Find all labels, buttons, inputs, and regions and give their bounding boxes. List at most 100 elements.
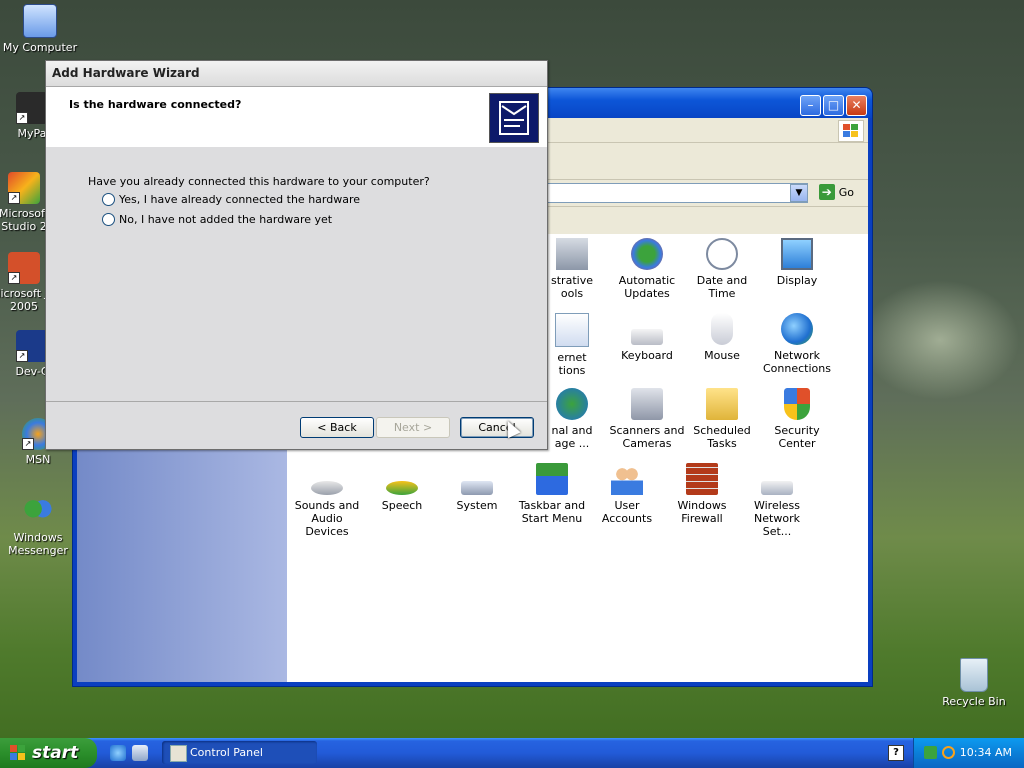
administrative-tools-icon xyxy=(556,238,588,270)
security-shield-icon xyxy=(784,388,810,420)
go-button[interactable]: ➔ Go xyxy=(818,184,854,200)
cancel-button[interactable]: Cancel xyxy=(460,417,534,438)
start-button[interactable]: start xyxy=(0,738,97,768)
wizard-button-bar: < Back Next > Cancel xyxy=(46,402,547,449)
cp-item-label: Keyboard xyxy=(621,349,673,362)
back-button[interactable]: < Back xyxy=(300,417,374,438)
cp-item-taskbar-start-menu[interactable]: Taskbar and Start Menu xyxy=(514,463,590,525)
dev-cpp-icon: ↗ xyxy=(16,330,48,362)
wizard-question: Have you already connected this hardware… xyxy=(88,175,430,188)
scanner-camera-icon xyxy=(631,388,663,420)
address-dropdown-icon[interactable]: ▼ xyxy=(790,184,808,202)
keyboard-icon xyxy=(631,329,663,345)
help-icon[interactable]: ? xyxy=(888,745,904,761)
cp-item-scanners-cameras[interactable]: Scanners and Cameras xyxy=(609,388,685,450)
next-button[interactable]: Next > xyxy=(376,417,450,438)
messenger-icon xyxy=(22,496,54,528)
wizard-titlebar[interactable]: Add Hardware Wizard xyxy=(46,61,547,87)
wizard-heading: Is the hardware connected? xyxy=(69,98,242,111)
control-panel-icon xyxy=(170,745,187,762)
taskbar: start Control Panel ? 10:34 AM xyxy=(0,738,1024,768)
taskbar-icon xyxy=(536,463,568,495)
radio-button[interactable] xyxy=(102,193,115,206)
show-desktop-icon[interactable] xyxy=(132,745,148,761)
cp-item-label: Scheduled Tasks xyxy=(693,424,751,450)
internet-options-icon xyxy=(555,313,589,347)
task-pane-lower xyxy=(77,452,287,682)
go-label: Go xyxy=(838,185,854,199)
windows-flag-icon xyxy=(10,745,26,761)
mouse-icon xyxy=(711,313,733,345)
cp-item-label: Scanners and Cameras xyxy=(609,424,685,450)
cp-item-label: Automatic Updates xyxy=(618,274,676,300)
wizard-body: Have you already connected this hardware… xyxy=(46,147,547,402)
internet-explorer-icon[interactable] xyxy=(110,745,126,761)
radio-label-yes: Yes, I have already connected the hardwa… xyxy=(119,193,361,206)
cp-item-security-center[interactable]: Security Center xyxy=(759,388,835,450)
network-tray-icon[interactable] xyxy=(924,746,937,759)
cp-item-mouse[interactable]: Mouse xyxy=(684,313,760,362)
system-computer-icon xyxy=(461,481,493,495)
cp-item-label: Taskbar and Start Menu xyxy=(518,499,586,525)
radio-option-yes[interactable]: Yes, I have already connected the hardwa… xyxy=(102,193,360,206)
taskbar-item-control-panel[interactable]: Control Panel xyxy=(162,741,317,764)
cp-item-label: Date and Time xyxy=(696,274,748,300)
display-icon xyxy=(781,238,813,270)
visual-studio-icon: ↗ xyxy=(8,172,40,204)
jsharp-icon: ↗ xyxy=(8,252,40,284)
cp-item-label: Sounds and Audio Devices xyxy=(294,499,360,538)
scheduled-tasks-folder-icon xyxy=(706,388,738,420)
cp-item-automatic-updates[interactable]: Automatic Updates xyxy=(609,238,685,300)
cp-item-label: Network Connections xyxy=(763,349,831,375)
maximize-button[interactable]: □ xyxy=(823,95,844,116)
clock[interactable]: 10:34 AM xyxy=(960,738,1012,768)
recycle-bin-icon xyxy=(960,658,988,692)
cp-item-scheduled-tasks[interactable]: Scheduled Tasks xyxy=(684,388,760,450)
system-tray: 10:34 AM xyxy=(913,738,1024,768)
cp-item-speech[interactable]: Speech xyxy=(364,463,440,512)
cp-item-wireless-network[interactable]: Wireless Network Set... xyxy=(739,463,815,538)
cp-item-label: Security Center xyxy=(774,424,820,450)
cp-item-system[interactable]: System xyxy=(439,463,515,512)
go-arrow-icon: ➔ xyxy=(818,184,835,200)
firewall-icon xyxy=(686,463,718,495)
folder-icon: ↗ xyxy=(16,92,48,124)
desktop-icon-windows-messenger[interactable]: Windows Messenger xyxy=(0,496,78,557)
desktop-wallpaper-glow xyxy=(860,280,1020,400)
wizard-header: Is the hardware connected? xyxy=(46,87,547,148)
cp-item-keyboard[interactable]: Keyboard xyxy=(609,313,685,362)
cp-item-sounds-audio[interactable]: Sounds and Audio Devices xyxy=(289,463,365,538)
cp-item-label: Display xyxy=(776,274,818,287)
desktop-icon-my-computer[interactable]: My Computer xyxy=(0,4,80,54)
cp-item-date-and-time[interactable]: Date and Time xyxy=(684,238,760,300)
start-label: start xyxy=(32,743,79,763)
cp-item-network-connections[interactable]: Network Connections xyxy=(759,313,835,375)
desktop-icon-recycle-bin[interactable]: Recycle Bin xyxy=(934,658,1014,708)
radio-button[interactable] xyxy=(102,213,115,226)
cp-item-label: Mouse xyxy=(704,349,740,362)
desktop-icon-label: Windows Messenger xyxy=(8,531,68,557)
user-accounts-icon xyxy=(611,463,643,495)
minimize-button[interactable]: – xyxy=(800,95,821,116)
cp-item-display[interactable]: Display xyxy=(759,238,835,287)
cp-item-label: Speech xyxy=(381,499,423,512)
clock-icon xyxy=(706,238,738,270)
taskbar-item-label: Control Panel xyxy=(190,746,263,759)
cp-item-label: Wireless Network Set... xyxy=(753,499,801,538)
cp-item-windows-firewall[interactable]: Windows Firewall xyxy=(664,463,740,525)
radio-label-no: No, I have not added the hardware yet xyxy=(119,213,333,226)
wireless-network-icon xyxy=(761,481,793,495)
radio-option-no[interactable]: No, I have not added the hardware yet xyxy=(102,213,332,226)
search-tray-icon[interactable] xyxy=(942,746,955,759)
desktop-icon-label: MSN xyxy=(25,453,51,466)
cp-item-user-accounts[interactable]: User Accounts xyxy=(589,463,665,525)
speech-icon xyxy=(386,481,418,495)
cp-item-label: Windows Firewall xyxy=(677,499,727,525)
cp-item-label: User Accounts xyxy=(601,499,653,525)
speaker-icon xyxy=(311,481,343,495)
close-button[interactable]: ✕ xyxy=(846,95,867,116)
cp-item-label: System xyxy=(456,499,498,512)
desktop-icon-label: My Computer xyxy=(2,41,78,54)
automatic-updates-icon xyxy=(631,238,663,270)
desktop-icon-label: Recycle Bin xyxy=(942,695,1006,708)
